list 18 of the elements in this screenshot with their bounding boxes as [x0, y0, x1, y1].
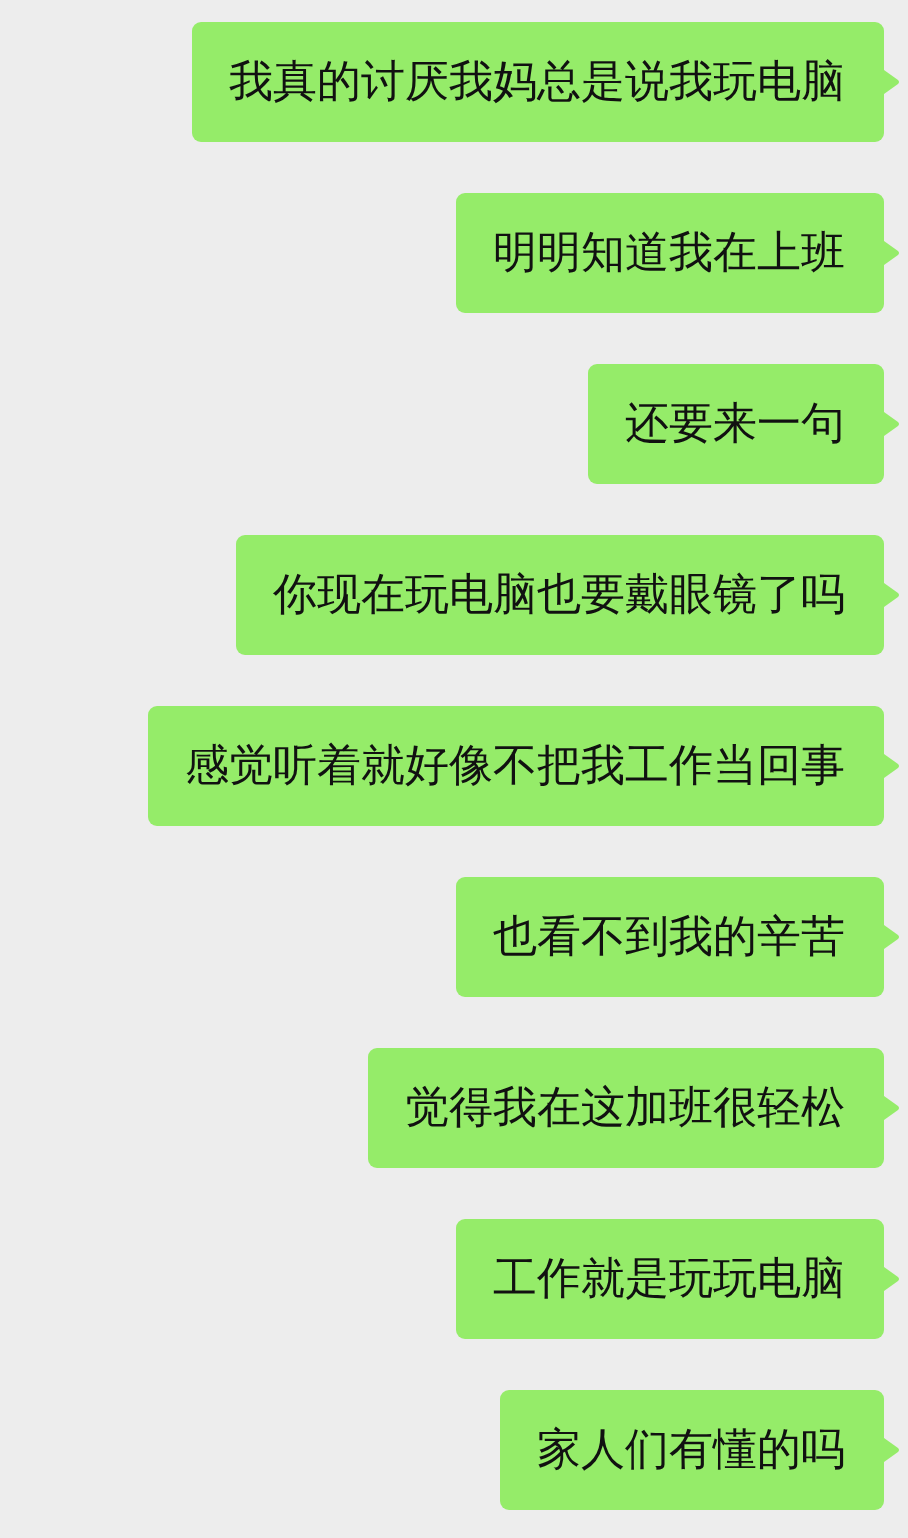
- bubble-tail-icon: [884, 583, 900, 607]
- bubble-tail-icon: [884, 754, 900, 778]
- bubble-tail-icon: [884, 1438, 900, 1462]
- message-bubble: 家人们有懂的吗: [500, 1390, 884, 1510]
- bubble-tail-icon: [884, 925, 900, 949]
- message-bubble: 明明知道我在上班: [456, 193, 884, 313]
- message-bubble: 也看不到我的辛苦: [456, 877, 884, 997]
- bubble-tail-icon: [884, 1267, 900, 1291]
- bubble-tail-icon: [884, 241, 900, 265]
- message-bubble: 我真的讨厌我妈总是说我玩电脑: [192, 22, 884, 142]
- message-bubble: 感觉听着就好像不把我工作当回事: [148, 706, 884, 826]
- message-bubble: 还要来一句: [588, 364, 884, 484]
- message-bubble: 工作就是玩玩电脑: [456, 1219, 884, 1339]
- bubble-tail-icon: [884, 70, 900, 94]
- message-bubble: 觉得我在这加班很轻松: [368, 1048, 884, 1168]
- message-bubble: 你现在玩电脑也要戴眼镜了吗: [236, 535, 884, 655]
- bubble-tail-icon: [884, 1096, 900, 1120]
- bubble-tail-icon: [884, 412, 900, 436]
